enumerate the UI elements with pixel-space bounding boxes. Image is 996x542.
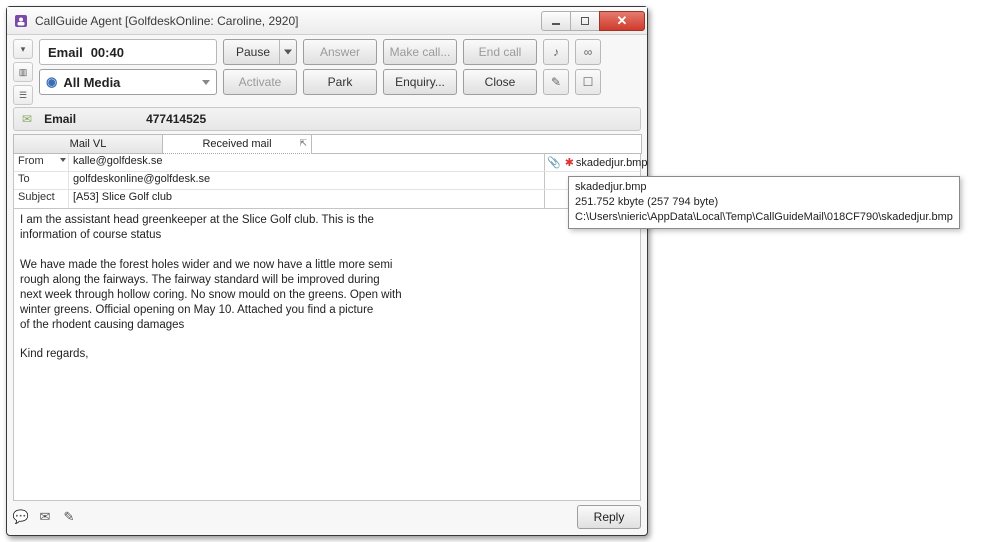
- answer-button[interactable]: Answer: [303, 39, 377, 65]
- tab-received-mail[interactable]: Received mail ⇱: [162, 134, 312, 154]
- channel-label: Email: [48, 45, 83, 60]
- from-label-text: From: [18, 155, 44, 167]
- make-call-button[interactable]: Make call...: [383, 39, 457, 65]
- tab-mail-vl[interactable]: Mail VL: [13, 134, 163, 154]
- make-call-label: Make call...: [390, 45, 451, 59]
- chevron-down-icon: [60, 158, 66, 162]
- activate-label: Activate: [239, 75, 282, 89]
- close-label: Close: [485, 75, 516, 89]
- side-icon-column: ▾ ▥ ☰: [13, 39, 35, 105]
- paperclip-icon: 📎: [547, 156, 561, 169]
- tab-mail-vl-label: Mail VL: [70, 138, 107, 150]
- park-button[interactable]: Park: [303, 69, 377, 95]
- end-call-label: End call: [479, 45, 522, 59]
- subject-label: Subject: [14, 190, 68, 208]
- music-note-icon[interactable]: ♪: [543, 39, 569, 65]
- pin-icon: ⇱: [299, 138, 307, 149]
- answer-label: Answer: [320, 45, 360, 59]
- bottom-bar: 💬 ✉ ✎ Reply: [13, 505, 641, 529]
- tooltip-name: skadedjur.bmp: [575, 180, 953, 195]
- mail-tabs: Mail VL Received mail ⇱: [13, 134, 641, 154]
- end-call-button[interactable]: End call: [463, 39, 537, 65]
- toolbar: ▾ ▥ ☰ Email 00:40 Pause Answer Make call…: [7, 35, 647, 107]
- park-label: Park: [328, 75, 353, 89]
- window-buttons: ✕: [542, 11, 645, 31]
- crossed-tool-icon[interactable]: ✎: [543, 69, 569, 95]
- envelope-icon[interactable]: ✉: [37, 509, 53, 525]
- enquiry-button[interactable]: Enquiry...: [383, 69, 457, 95]
- edit-icon[interactable]: ✎: [61, 509, 77, 525]
- globe-icon: ◉: [46, 74, 57, 90]
- context-type: Email: [44, 112, 134, 126]
- to-label: To: [14, 172, 68, 189]
- attachment-cell[interactable]: 📎 ✱ skadedjur.bmp: [544, 154, 640, 171]
- mail-headers: From kalle@golfdesk.se 📎 ✱ skadedjur.bmp…: [13, 154, 641, 209]
- context-info-bar: ✉ Email 477414525: [13, 107, 641, 131]
- archive-icon[interactable]: ☐: [575, 69, 601, 95]
- voicemail-icon[interactable]: ∞: [575, 39, 601, 65]
- pause-button[interactable]: Pause: [223, 39, 297, 65]
- from-label[interactable]: From: [14, 154, 68, 171]
- attachment-icon: ✱: [565, 156, 574, 169]
- chat-icon[interactable]: 💬: [13, 509, 29, 525]
- attachment-name: skadedjur.bmp: [576, 157, 648, 169]
- tooltip-size: 251.752 kbyte (257 794 byte): [575, 195, 953, 210]
- window-title: CallGuide Agent [GolfdeskOnline: Carolin…: [35, 14, 542, 28]
- tab-received-mail-label: Received mail: [202, 138, 271, 150]
- media-label: All Media: [63, 75, 120, 90]
- attachment-tooltip: skadedjur.bmp 251.752 kbyte (257 794 byt…: [568, 176, 960, 229]
- envelope-icon: ✉: [22, 112, 32, 126]
- context-id: 477414525: [146, 112, 206, 126]
- from-value[interactable]: kalle@golfdesk.se: [68, 154, 544, 171]
- enquiry-label: Enquiry...: [395, 75, 445, 89]
- side-layout-button[interactable]: ▥: [13, 62, 33, 82]
- status-box: Email 00:40: [39, 39, 217, 65]
- activate-button[interactable]: Activate: [223, 69, 297, 95]
- chevron-down-icon: [202, 80, 210, 85]
- mail-body[interactable]: I am the assistant head greenkeeper at t…: [13, 209, 641, 501]
- media-select[interactable]: ◉ All Media: [39, 69, 217, 95]
- app-icon: [13, 13, 29, 29]
- reply-label: Reply: [594, 510, 625, 524]
- close-window-button[interactable]: ✕: [599, 11, 645, 31]
- to-value[interactable]: golfdeskonline@golfdesk.se: [68, 172, 544, 189]
- call-timer: 00:40: [91, 45, 124, 60]
- app-window: CallGuide Agent [GolfdeskOnline: Carolin…: [6, 6, 648, 536]
- reply-button[interactable]: Reply: [577, 505, 641, 529]
- side-menu-button[interactable]: ▾: [13, 39, 33, 59]
- subject-value[interactable]: [A53] Slice Golf club: [68, 190, 544, 208]
- close-button[interactable]: Close: [463, 69, 537, 95]
- pause-label: Pause: [236, 45, 270, 59]
- minimize-button[interactable]: [541, 11, 571, 31]
- tab-blank: [311, 134, 642, 154]
- side-list-button[interactable]: ☰: [13, 85, 33, 105]
- titlebar[interactable]: CallGuide Agent [GolfdeskOnline: Carolin…: [7, 7, 647, 35]
- chevron-down-icon: [284, 50, 292, 55]
- maximize-button[interactable]: [570, 11, 600, 31]
- tooltip-path: C:\Users\nieric\AppData\Local\Temp\CallG…: [575, 210, 953, 225]
